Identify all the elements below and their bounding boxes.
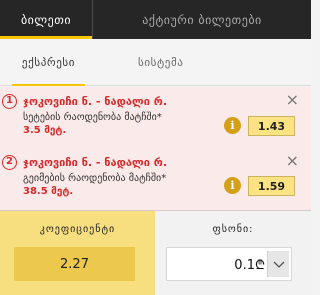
stake-dropdown-button[interactable] [267, 251, 289, 277]
total-coefficient: 2.27 [14, 247, 135, 281]
coefficient-label: კოეფიციენტი [39, 224, 116, 235]
tab-system[interactable]: სისტემა [138, 56, 184, 69]
info-icon[interactable]: i [224, 117, 241, 134]
bet-market: გეიმების რაოდენობა მატჩში* [23, 173, 167, 184]
stake-value: 0.1₾ [234, 258, 265, 273]
bet-number-badge: 2 [2, 155, 17, 170]
bet-market: სეტების რაოდენობა მატჩში* [23, 112, 162, 123]
bet-line: 3.5 მეტ. [23, 125, 67, 136]
close-icon[interactable]: × [286, 92, 299, 108]
tab-active-tickets[interactable]: აქტიური ბილეთები [92, 0, 311, 39]
bet-number-badge: 1 [2, 94, 17, 109]
top-tabs: ბილეთი აქტიური ბილეთები [0, 0, 311, 39]
bet-line: 38.5 მეტ. [23, 186, 74, 197]
chevron-down-icon [273, 261, 285, 268]
sub-tabs: ექსპრესი სისტემა [0, 39, 311, 86]
odds-value: 1.59 [248, 176, 295, 196]
bet-event-title: ჯოკოვიჩი ნ. - ნადალი რ. [23, 95, 167, 108]
stake-select[interactable]: 0.1₾ [166, 247, 292, 281]
info-icon[interactable]: i [224, 177, 241, 194]
bet-event-title: ჯოკოვიჩი ნ. - ნადალი რ. [23, 156, 167, 169]
tab-ticket[interactable]: ბილეთი [0, 0, 92, 39]
close-icon[interactable]: × [286, 153, 299, 169]
odds-value: 1.43 [248, 116, 295, 136]
bet-item: 2 ჯოკოვიჩი ნ. - ნადალი რ. გეიმების რაოდე… [0, 148, 311, 211]
stake-label: ფსონი: [212, 224, 254, 235]
tab-express[interactable]: ექსპრესი [12, 56, 85, 86]
coefficient-panel: კოეფიციენტი 2.27 [0, 211, 155, 295]
betslip-footer: კოეფიციენტი 2.27 ფსონი: 0.1₾ [0, 211, 311, 295]
